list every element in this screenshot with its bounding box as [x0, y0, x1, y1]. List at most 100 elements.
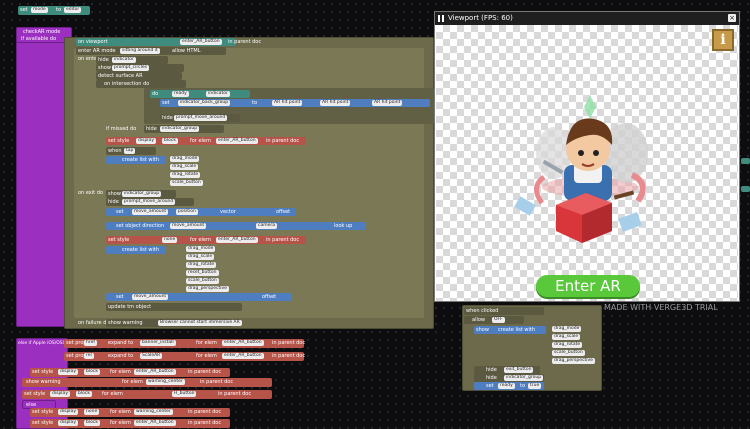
lower-row-1-c[interactable]: banner_install: [140, 340, 176, 346]
right-allow[interactable]: allow OFF: [464, 316, 524, 324]
lower-row-4[interactable]: show warning for elem warning_center in …: [22, 378, 272, 387]
viewport-canvas[interactable]: i Enter AR MADE WITH VERGE3D TRIAL: [436, 25, 738, 312]
list2-item-4[interactable]: reset_button: [186, 270, 219, 276]
right-item-1[interactable]: drag_mode: [552, 326, 582, 332]
right-hide-2-target[interactable]: indicator_group: [504, 375, 544, 381]
move-amount-chip[interactable]: move_amount: [132, 209, 169, 215]
list1-item-4[interactable]: scale_button: [170, 180, 203, 186]
row-set-indicator[interactable]: set indicator_back_group to AR hit point…: [160, 99, 430, 107]
set-style-2-value[interactable]: none: [162, 237, 178, 243]
right-set-var[interactable]: ready: [498, 383, 515, 389]
lower-row-2[interactable]: set prop rel expand to ScaleAR for elem …: [64, 352, 305, 361]
row-set-style-2[interactable]: set style none for elem enter_AR_button …: [106, 236, 306, 244]
row-if-ready[interactable]: do ready indicator: [150, 90, 250, 98]
edge-fragment-1[interactable]: [741, 158, 750, 164]
missed-target[interactable]: indicator_group: [160, 126, 200, 132]
top-var-value[interactable]: editor: [64, 7, 82, 13]
top-var-name[interactable]: mode: [31, 7, 48, 13]
set-style-2-elem[interactable]: enter_AR_button: [216, 237, 258, 243]
pause-icon[interactable]: [438, 15, 445, 22]
edge-fragment-2[interactable]: [741, 186, 750, 192]
close-icon[interactable]: ×: [728, 14, 736, 22]
row-detect-surface[interactable]: detect surface AR: [96, 72, 182, 80]
right-item-5[interactable]: drag_perspective: [552, 358, 595, 364]
direction-target[interactable]: move_amount: [170, 223, 207, 229]
lower-row-9-a[interactable]: display: [58, 420, 78, 426]
lower-row-8-a[interactable]: display: [58, 409, 78, 415]
lower-row-3-e[interactable]: enter_AR_button: [134, 369, 176, 375]
row-set-direction[interactable]: set object direction move_amount camera …: [106, 222, 366, 230]
lower-row-5-e[interactable]: H_button: [172, 391, 197, 397]
list2-item-2[interactable]: drag_scale: [186, 254, 215, 260]
row-if-missed[interactable]: hide indicator_group: [144, 125, 224, 133]
right-hide-1[interactable]: hide exit_button: [474, 366, 540, 374]
top-var-block[interactable]: set mode to editor: [18, 6, 90, 15]
lower-row-3-a[interactable]: display: [58, 369, 78, 375]
right-item-3[interactable]: drag_rotate: [552, 342, 583, 348]
viewport-titlebar[interactable]: Viewport (FPS: 60) ×: [435, 12, 739, 25]
lower-row-5-a[interactable]: display: [50, 391, 70, 397]
row-viewport[interactable]: on viewport enter_AR_button in parent do…: [76, 38, 261, 46]
when-tap[interactable]: tap: [124, 148, 136, 154]
if-ready-value[interactable]: ready: [172, 91, 189, 97]
set-style-1-prop[interactable]: display: [136, 138, 156, 144]
lower-row-8[interactable]: set style display none for elem warning_…: [30, 408, 230, 417]
list2-item-1[interactable]: drag_mode: [186, 246, 216, 252]
row-create-list-2[interactable]: create list with: [106, 246, 166, 254]
prompt-move-target[interactable]: prompt_move_around: [174, 115, 228, 121]
row-enter-ar-mode[interactable]: enter AR mode sitting around it allow HT…: [76, 47, 226, 55]
list2-item-6[interactable]: drag_perspective: [186, 286, 229, 292]
ar-hit-point-z[interactable]: AR hit point: [372, 100, 403, 106]
right-hide-1-target[interactable]: exit_button: [504, 367, 534, 373]
set-indicator-target[interactable]: indicator_back_group: [178, 100, 231, 106]
ar-hit-point-x[interactable]: AR hit point: [272, 100, 303, 106]
right-item-4[interactable]: scale_button: [552, 350, 585, 356]
lower-row-3[interactable]: set style display block for elem enter_A…: [30, 368, 230, 377]
enter-ar-mode-value[interactable]: sitting around it: [120, 48, 160, 54]
lower-row-9-b[interactable]: block: [84, 420, 100, 426]
set-position-target[interactable]: move_amount: [132, 294, 169, 300]
lower-row-8-e[interactable]: warning_center: [134, 409, 173, 415]
right-set-ready[interactable]: set ready to true: [474, 382, 544, 390]
lower-row-9-e[interactable]: enter_AR_button: [134, 420, 176, 426]
set-style-1-value[interactable]: block: [162, 138, 178, 144]
row-show-warning[interactable]: show warning Browser cannot start immers…: [106, 319, 242, 327]
lower-row-2-a[interactable]: rel: [84, 353, 94, 359]
lower-row-8-b[interactable]: none: [84, 409, 100, 415]
row-create-list-1[interactable]: create list with: [106, 156, 166, 164]
hide-target[interactable]: indicator: [112, 57, 136, 63]
row-set-position[interactable]: set move_amount offset: [106, 293, 292, 301]
procedure-spine[interactable]: [16, 27, 70, 327]
list1-item-2[interactable]: drag_scale: [170, 164, 199, 170]
show-target[interactable]: prompt_circles: [112, 65, 149, 71]
ar-hit-point-y[interactable]: AR hit point: [320, 100, 351, 106]
set-style-1-elem[interactable]: enter_AR_button: [216, 138, 258, 144]
exit-hide-target[interactable]: prompt_move_around: [122, 199, 176, 205]
exit-show-target[interactable]: indicator_group: [122, 191, 162, 197]
row-prompt-move[interactable]: hide prompt_move_around: [160, 114, 240, 122]
row-update[interactable]: update tm object: [106, 303, 242, 311]
row-show[interactable]: show prompt_circles: [96, 64, 184, 72]
right-hide-2[interactable]: hide indicator_group: [474, 374, 544, 382]
row-set-style-1[interactable]: set style display block for elem enter_A…: [106, 137, 306, 145]
row-set-move-amount[interactable]: set move_amount position vector offset: [106, 208, 296, 216]
move-position-chip[interactable]: position: [176, 209, 198, 215]
row-smooth[interactable]: on intersection do: [96, 80, 186, 88]
lower-row-1-a[interactable]: href: [84, 340, 97, 346]
lower-row-1[interactable]: set prop href expand to banner_install f…: [64, 339, 305, 348]
if-indicator-value[interactable]: indicator: [206, 91, 230, 97]
lower-row-4-e[interactable]: warning_center: [146, 379, 185, 385]
right-allow-value[interactable]: OFF: [492, 317, 505, 323]
right-item-2[interactable]: drag_scale: [552, 334, 581, 340]
show-warning-msg[interactable]: Browser cannot start immersive AR: [158, 320, 242, 326]
enter-ar-button[interactable]: Enter AR: [536, 275, 640, 297]
row-exit-show[interactable]: show indicator_group: [106, 190, 176, 198]
list1-item-3[interactable]: drag_rotate: [170, 172, 201, 178]
row-hide[interactable]: hide indicator: [96, 56, 168, 64]
lower-row-5[interactable]: set style display block for elem H_butto…: [22, 390, 272, 399]
row-when-tap[interactable]: when tap: [106, 147, 156, 155]
list2-item-3[interactable]: drag_rotate: [186, 262, 217, 268]
lower-row-2-c[interactable]: ScaleAR: [140, 353, 163, 359]
lower-row-9[interactable]: set style display block for elem enter_A…: [30, 419, 230, 428]
direction-camera[interactable]: camera: [256, 223, 277, 229]
